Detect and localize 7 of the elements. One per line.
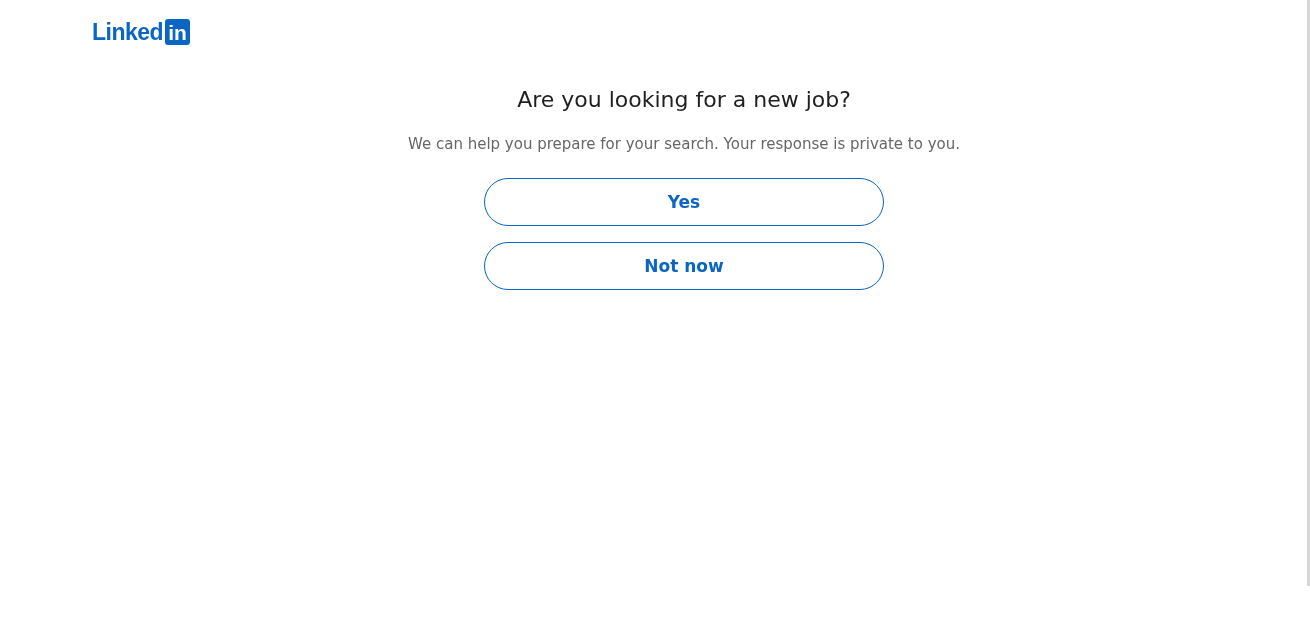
scrollbar[interactable] (1307, 0, 1310, 586)
logo-badge: in (165, 19, 191, 45)
logo-wordmark: Linked (92, 19, 164, 45)
answer-button[interactable]: Not now (484, 242, 884, 290)
subtitle: We can help you prepare for your search. Your response is private to you. (408, 134, 960, 154)
answer-button[interactable]: Yes (484, 178, 884, 226)
question-title: Are you looking for a new job? (517, 86, 851, 114)
